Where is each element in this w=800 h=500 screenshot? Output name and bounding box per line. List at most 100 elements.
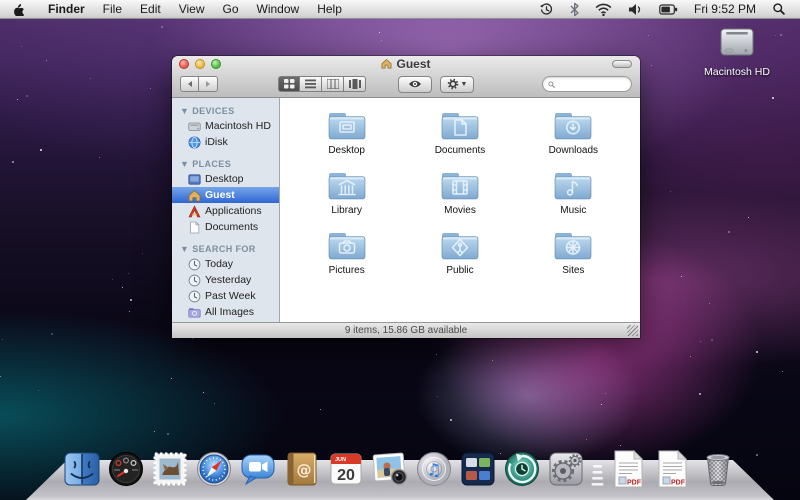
dock-item-pdf-document[interactable]: PDFPDF: [654, 449, 694, 489]
clock-icon: [188, 274, 201, 287]
folder-pictures[interactable]: Pictures: [290, 224, 403, 284]
sidebar-item-guest[interactable]: Guest: [172, 187, 279, 203]
svg-text:JUN: JUN: [335, 457, 346, 463]
folder-label: Documents: [435, 145, 486, 156]
dock-item-system-preferences[interactable]: [546, 449, 586, 489]
battery-menu-icon[interactable]: [653, 0, 684, 18]
title-bar[interactable]: Guest: [172, 56, 640, 71]
sidebar-item-today[interactable]: Today: [172, 256, 279, 272]
menu-item-help[interactable]: Help: [308, 0, 351, 18]
icon-view-button[interactable]: [278, 76, 300, 92]
quick-look-button[interactable]: [398, 76, 432, 93]
folder-desktop[interactable]: Desktop: [290, 104, 403, 164]
folder-public[interactable]: Public: [403, 224, 516, 284]
dock-item-iphoto[interactable]: [370, 449, 410, 489]
sidebar-item-idisk[interactable]: iDisk: [172, 134, 279, 150]
folder-library[interactable]: Library: [290, 164, 403, 224]
dock-item-spaces[interactable]: [458, 449, 498, 489]
desktop-icon-macintosh-hd[interactable]: Macintosh HD: [692, 27, 782, 78]
menu-item-window[interactable]: Window: [248, 0, 309, 18]
eye-icon: [408, 79, 422, 89]
sidebar-item-desktop[interactable]: Desktop: [172, 171, 279, 187]
sidebar-section-header[interactable]: ▼ SEARCH FOR: [172, 241, 279, 256]
sidebar-item-all-images[interactable]: All Images: [172, 304, 279, 320]
dock-item-time-machine[interactable]: [502, 449, 542, 489]
window-chrome[interactable]: Guest ▼: [172, 56, 640, 98]
dock-item-trash[interactable]: [698, 449, 738, 489]
dock-item-mail[interactable]: [150, 449, 190, 489]
search-field[interactable]: [542, 76, 632, 92]
toolbar-toggle-pill[interactable]: [612, 60, 632, 68]
toolbar: ▼: [172, 71, 640, 97]
dock-item-address-book[interactable]: @@: [282, 449, 322, 489]
folder-icon: [438, 168, 482, 204]
clock-icon: [188, 258, 201, 271]
desktop-icon-label: Macintosh HD: [692, 66, 782, 78]
idisk-icon: [188, 136, 201, 149]
folder-movies[interactable]: Movies: [403, 164, 516, 224]
apple-menu-icon[interactable]: [0, 0, 39, 18]
menu-bar: FinderFileEditViewGoWindowHelp Fri 9:52 …: [0, 0, 800, 19]
window-title: Guest: [381, 57, 430, 71]
folder-sites[interactable]: Sites: [517, 224, 630, 284]
status-text: 9 items, 15.86 GB available: [345, 325, 467, 336]
dock-item-itunes[interactable]: ♫♫: [414, 449, 454, 489]
sidebar-item-past-week[interactable]: Past Week: [172, 288, 279, 304]
menu-item-view[interactable]: View: [170, 0, 214, 18]
dock-item-ichat[interactable]: [238, 449, 278, 489]
folder-label: Library: [331, 205, 362, 216]
menu-item-edit[interactable]: Edit: [131, 0, 170, 18]
bluetooth-menu-icon[interactable]: [564, 0, 585, 18]
dock-item-dashboard[interactable]: [106, 449, 146, 489]
menu-clock[interactable]: Fri 9:52 PM: [688, 2, 762, 16]
svg-text:♫: ♫: [426, 461, 441, 481]
svg-text:20: 20: [337, 467, 355, 484]
resize-grip[interactable]: [627, 325, 638, 336]
dock-item-safari[interactable]: [194, 449, 234, 489]
minimize-button[interactable]: [195, 59, 205, 69]
folder-label: Pictures: [329, 265, 365, 276]
sidebar: ▼ DEVICESMacintosh HDiDisk ▼ PLACESDeskto…: [172, 98, 280, 322]
folder-icon: [551, 108, 595, 144]
svg-text:@: @: [297, 461, 312, 479]
sidebar-item-documents[interactable]: Documents: [172, 219, 279, 235]
dock-item-pdf-document[interactable]: PDFPDF: [610, 449, 650, 489]
folder-icon: [325, 108, 369, 144]
folder-label: Music: [560, 205, 586, 216]
sidebar-item-yesterday[interactable]: Yesterday: [172, 272, 279, 288]
back-button[interactable]: [180, 76, 199, 92]
menu-item-file[interactable]: File: [94, 0, 131, 18]
sidebar-section-header[interactable]: ▼ PLACES: [172, 156, 279, 171]
spotlight-icon[interactable]: [766, 0, 792, 18]
folder-documents[interactable]: Documents: [403, 104, 516, 164]
zoom-button[interactable]: [211, 59, 221, 69]
column-view-button[interactable]: [322, 76, 344, 92]
search-input[interactable]: [558, 79, 626, 90]
folder-downloads[interactable]: Downloads: [517, 104, 630, 164]
list-view-button[interactable]: [300, 76, 322, 92]
home-icon: [381, 58, 392, 69]
wifi-menu-icon[interactable]: [589, 0, 618, 18]
menu-item-finder[interactable]: Finder: [39, 0, 94, 18]
sidebar-section-header[interactable]: ▼ DEVICES: [172, 103, 279, 118]
time-machine-menu-icon[interactable]: [533, 0, 560, 18]
folder-icon: [325, 228, 369, 264]
clock-icon: [188, 290, 201, 303]
action-button[interactable]: ▼: [440, 76, 474, 93]
volume-menu-icon[interactable]: [622, 0, 649, 18]
folder-label: Desktop: [328, 145, 365, 156]
status-bar: 9 items, 15.86 GB available: [172, 322, 640, 338]
smart-folder-icon: [188, 306, 201, 319]
svg-text:PDF: PDF: [671, 480, 686, 487]
close-button[interactable]: [179, 59, 189, 69]
folder-music[interactable]: Music: [517, 164, 630, 224]
coverflow-view-button[interactable]: [344, 76, 366, 92]
sidebar-item-macintosh-hd[interactable]: Macintosh HD: [172, 118, 279, 134]
hard-drive-icon: [188, 120, 201, 133]
dock-item-ical[interactable]: JUN20JUN20: [326, 449, 366, 489]
sidebar-item-applications[interactable]: Applications: [172, 203, 279, 219]
forward-button[interactable]: [199, 76, 218, 92]
menu-item-go[interactable]: Go: [214, 0, 248, 18]
folder-label: Sites: [562, 265, 584, 276]
dock-item-finder[interactable]: [62, 449, 102, 489]
